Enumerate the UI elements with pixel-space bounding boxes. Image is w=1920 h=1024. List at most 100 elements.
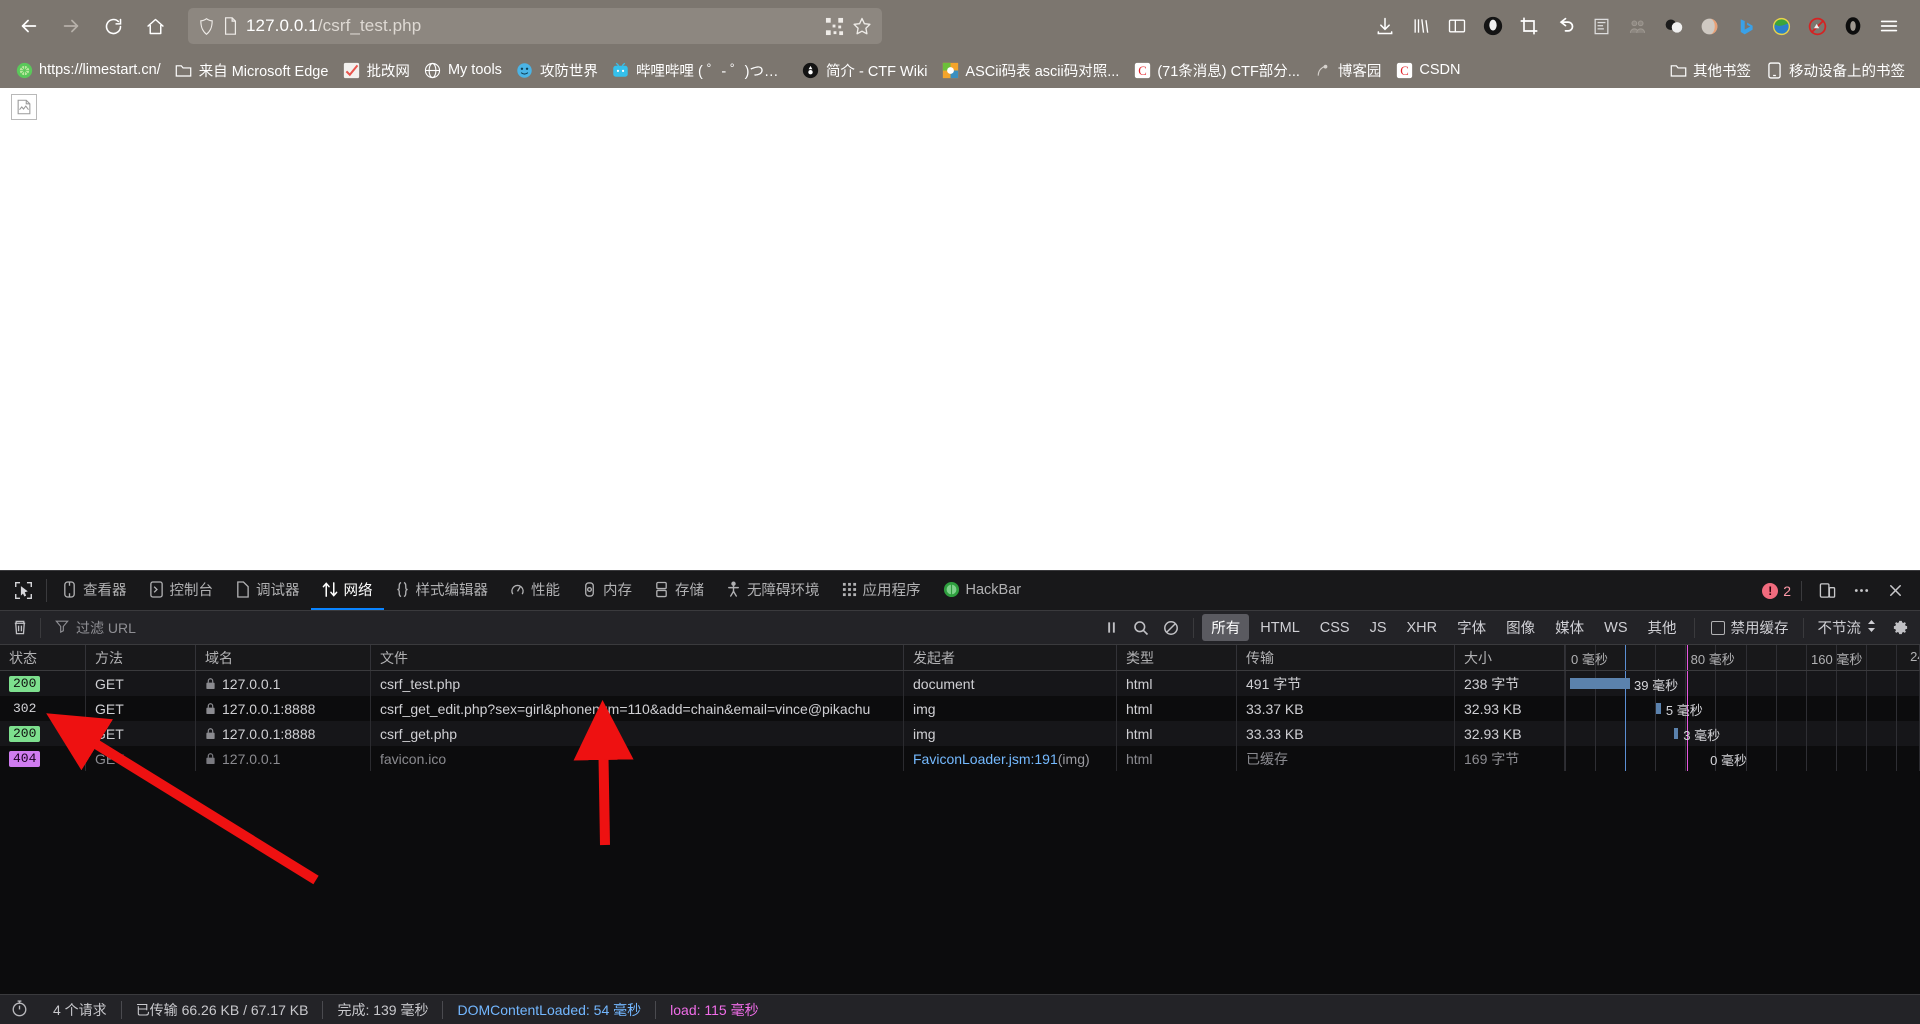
filter-type-all[interactable]: 所有 <box>1202 614 1250 641</box>
filter-type-js[interactable]: JS <box>1361 617 1396 639</box>
tab-label: 无障碍环境 <box>747 583 820 599</box>
chevron-updown-icon <box>1867 619 1876 637</box>
table-row[interactable]: 404 GET 127.0.0.1 favicon.ico FaviconLoa… <box>0 746 1920 771</box>
undo-icon[interactable] <box>1548 9 1582 43</box>
initiator-link[interactable]: FaviconLoader.jsm:191 <box>913 751 1058 767</box>
peach-icon[interactable] <box>1692 9 1726 43</box>
column-header-status[interactable]: 状态 <box>0 645 86 670</box>
gear-icon[interactable] <box>1886 615 1914 641</box>
column-header-initiator[interactable]: 发起者 <box>904 645 1117 670</box>
table-row[interactable]: 200 GET 127.0.0.1 csrf_test.php document… <box>0 671 1920 696</box>
reload-button[interactable] <box>94 7 132 45</box>
mobile-bookmarks-label: 移动设备上的书签 <box>1789 63 1905 80</box>
bookmark-item[interactable]: C (71条消息) CTF部分... <box>1126 57 1307 84</box>
filter-type-xhr[interactable]: XHR <box>1398 617 1447 639</box>
filter-type-image[interactable]: 图像 <box>1497 614 1544 641</box>
error-badge[interactable]: ! 2 <box>1762 582 1791 599</box>
yinyang-icon[interactable] <box>1656 9 1690 43</box>
tab-accessibility[interactable]: 无障碍环境 <box>715 571 831 610</box>
bookmark-item[interactable]: ASCii码表 ascii码对照... <box>934 57 1126 84</box>
filter-type-media[interactable]: 媒体 <box>1546 614 1593 641</box>
bookmark-item[interactable]: 博客园 <box>1307 57 1389 84</box>
pause-icon[interactable] <box>1097 615 1125 641</box>
tab-performance[interactable]: 性能 <box>499 571 571 610</box>
bookmark-star-icon[interactable] <box>852 16 872 36</box>
filter-type-font[interactable]: 字体 <box>1448 614 1495 641</box>
domain-text: 127.0.0.1 <box>222 675 281 692</box>
library-icon[interactable] <box>1404 9 1438 43</box>
network-toolbar-right: 所有 HTML CSS JS XHR 字体 图像 媒体 WS 其他 禁用缓存 不… <box>1097 614 1914 641</box>
back-button[interactable] <box>10 7 48 45</box>
cell-domain: 127.0.0.1:8888 <box>196 696 371 721</box>
trash-icon[interactable] <box>6 615 34 641</box>
reader-icon[interactable] <box>1584 9 1618 43</box>
adblock-icon[interactable] <box>1800 9 1834 43</box>
column-header-type[interactable]: 类型 <box>1117 645 1237 670</box>
tab-memory[interactable]: 内存 <box>571 571 643 610</box>
cell-initiator[interactable]: FaviconLoader.jsm:191 (img) <box>904 746 1117 771</box>
bookmark-item[interactable]: 批改网 <box>335 57 417 84</box>
devtools-panel: 查看器 控制台 调试器 网络 样式编辑器 性能 内存 存储 无障碍环境 应用程序… <box>0 570 1920 1024</box>
tab-label: 调试器 <box>256 583 300 599</box>
table-row[interactable]: 302 GET 127.0.0.1:8888 csrf_get_edit.php… <box>0 696 1920 721</box>
cell-initiator: document <box>904 671 1117 696</box>
forward-button[interactable] <box>52 7 90 45</box>
bookmark-item[interactable]: 来自 Microsoft Edge <box>168 57 336 84</box>
responsive-design-icon[interactable] <box>1812 576 1842 606</box>
tab-inspector[interactable]: 查看器 <box>51 571 138 610</box>
cell-type: html <box>1117 696 1237 721</box>
table-row[interactable]: 200 GET 127.0.0.1:8888 csrf_get.php img … <box>0 721 1920 746</box>
crop-icon[interactable] <box>1512 9 1546 43</box>
filter-type-ws[interactable]: WS <box>1595 617 1636 639</box>
tab-network[interactable]: 网络 <box>310 571 384 610</box>
cell-size: 238 字节 <box>1455 671 1565 696</box>
column-header-domain[interactable]: 域名 <box>196 645 371 670</box>
bookmark-item[interactable]: C CSDN <box>1388 58 1467 82</box>
disable-cache-checkbox[interactable]: 禁用缓存 <box>1703 617 1797 638</box>
other-bookmarks-button[interactable]: 其他书签 <box>1662 57 1758 84</box>
element-picker-icon[interactable] <box>4 571 42 610</box>
close-icon[interactable] <box>1880 576 1910 606</box>
home-button[interactable] <box>136 7 174 45</box>
url-host: 127.0.0.1 <box>246 16 318 35</box>
filter-type-html[interactable]: HTML <box>1251 617 1308 639</box>
more-options-icon[interactable] <box>1846 576 1876 606</box>
download-icon[interactable] <box>1368 9 1402 43</box>
tab-console[interactable]: 控制台 <box>138 571 225 610</box>
status-badge: 200 <box>9 725 41 742</box>
column-header-file[interactable]: 文件 <box>371 645 904 670</box>
filter-url-input[interactable]: 过滤 URL <box>47 616 347 640</box>
column-header-transferred[interactable]: 传输 <box>1237 645 1455 670</box>
bookmark-item[interactable]: My tools <box>417 58 509 82</box>
bookmark-label: https://limestart.cn/ <box>39 62 161 78</box>
filter-type-other[interactable]: 其他 <box>1639 614 1686 641</box>
bookmark-item[interactable]: https://limestart.cn/ <box>8 58 168 82</box>
filter-type-css[interactable]: CSS <box>1311 617 1359 639</box>
mobile-bookmarks-button[interactable]: 移动设备上的书签 <box>1758 57 1912 84</box>
opera-black-icon[interactable] <box>1836 9 1870 43</box>
bookmark-item[interactable]: 简介 - CTF Wiki <box>795 57 934 84</box>
tab-label: 网络 <box>343 583 373 599</box>
tab-hackbar[interactable]: HackBar <box>932 571 1033 610</box>
tab-debugger[interactable]: 调试器 <box>224 571 311 610</box>
bookmark-item[interactable]: 攻防世界 <box>509 57 605 84</box>
error-icon: ! <box>1762 582 1779 599</box>
menu-icon[interactable] <box>1872 9 1906 43</box>
address-bar[interactable]: 127.0.0.1/csrf_test.php <box>188 8 882 44</box>
search-icon[interactable] <box>1127 615 1155 641</box>
bing-icon[interactable] <box>1728 9 1762 43</box>
throttle-dropdown[interactable]: 不节流 <box>1810 617 1885 638</box>
column-header-method[interactable]: 方法 <box>86 645 196 670</box>
divider <box>1802 617 1804 638</box>
tab-application[interactable]: 应用程序 <box>831 571 932 610</box>
tab-style-editor[interactable]: 样式编辑器 <box>384 571 500 610</box>
people-icon[interactable] <box>1620 9 1654 43</box>
bookmark-item[interactable]: 哔哩哔哩 ( ゜- ゜)つロ ... <box>605 57 795 84</box>
qr-code-icon[interactable] <box>825 17 844 36</box>
globe-icon[interactable] <box>1764 9 1798 43</box>
opera-icon[interactable] <box>1476 9 1510 43</box>
block-icon[interactable] <box>1157 615 1185 641</box>
tab-storage[interactable]: 存储 <box>643 571 715 610</box>
column-header-size[interactable]: 大小 <box>1455 645 1565 670</box>
sidebar-icon[interactable] <box>1440 9 1474 43</box>
